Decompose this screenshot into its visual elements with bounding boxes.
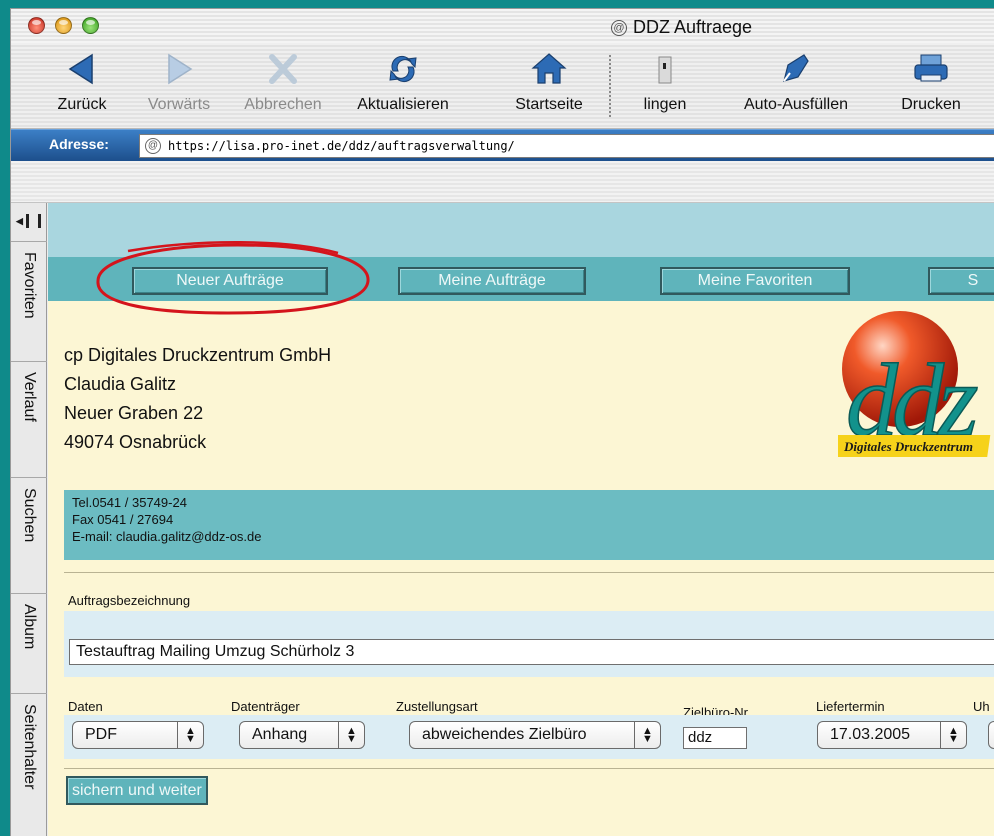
- stop-button-label: Abbrechen: [244, 96, 322, 113]
- logo-tagline: Digitales Druckzentrum: [843, 439, 973, 454]
- uhrzeit-select[interactable]: [988, 721, 994, 749]
- zielbuero-input[interactable]: ddz: [683, 727, 747, 749]
- web-page: Neuer Aufträge Meine Aufträge Meine Favo…: [48, 203, 994, 836]
- browser-window: @ DDZ Auftraege Zurück Vorwärts Abbrechen: [10, 8, 994, 836]
- browser-toolbar: Zurück Vorwärts Abbrechen Aktualisieren: [11, 43, 994, 129]
- refresh-icon: [389, 55, 417, 83]
- partial-icon: [658, 56, 672, 84]
- daten-select-value: PDF: [85, 726, 117, 743]
- sidebar-tab-verlauf[interactable]: Verlauf: [11, 361, 47, 477]
- title-bar: @ DDZ Auftraege: [11, 9, 994, 43]
- explorer-sidebar: Favoriten Verlauf Suchen Album Seitenhal…: [11, 203, 47, 836]
- header-band: [48, 203, 994, 257]
- home-button-label: Startseite: [515, 96, 583, 113]
- forward-arrow-icon: [168, 53, 193, 85]
- select-arrows-icon: ▲ ▼: [338, 722, 364, 748]
- autofill-button[interactable]: Auto-Ausfüllen: [727, 51, 865, 125]
- order-title-input[interactable]: Testauftrag Mailing Umzug Schürholz 3: [69, 639, 994, 665]
- sidebar-tab-album[interactable]: Album: [11, 593, 47, 693]
- uhrzeit-label: Uh: [973, 699, 990, 714]
- daten-label: Daten: [68, 699, 103, 714]
- stop-x-icon: [269, 54, 297, 84]
- autofill-icon: [783, 54, 809, 82]
- phone-text: Tel.0541 / 35749-24: [72, 495, 187, 510]
- my-orders-button[interactable]: Meine Aufträge: [398, 267, 586, 295]
- sidebar-tab-favoriten[interactable]: Favoriten: [11, 241, 47, 361]
- address-label: Adresse:: [49, 136, 109, 152]
- back-arrow-icon: [68, 53, 93, 85]
- datentraeger-label: Datenträger: [231, 699, 300, 714]
- window-title: @ DDZ Auftraege: [611, 17, 752, 38]
- daten-select[interactable]: PDF ▲ ▼: [72, 721, 204, 749]
- order-title-label: Auftragsbezeichnung: [68, 593, 191, 608]
- home-icon: [531, 53, 567, 84]
- fax-text: Fax 0541 / 27694: [72, 512, 174, 527]
- liefertermin-select-value: 17.03.2005: [830, 726, 911, 743]
- site-at-icon: @: [611, 20, 627, 36]
- toolbar-separator: [609, 55, 612, 117]
- sidebar-toggle-icon[interactable]: [14, 211, 41, 233]
- forward-button-label: Vorwärts: [147, 96, 211, 113]
- save-and-continue-button[interactable]: sichern und weiter: [66, 776, 208, 805]
- sidebar-tab-seitenhalter[interactable]: Seitenhalter: [11, 693, 47, 836]
- print-button[interactable]: Drucken: [887, 51, 975, 125]
- nav-button-partial[interactable]: S: [928, 267, 994, 295]
- lingen-button[interactable]: lingen: [637, 51, 693, 125]
- divider: [64, 768, 994, 769]
- url-text: https://lisa.pro-inet.de/ddz/auftragsver…: [168, 139, 515, 153]
- liefertermin-select[interactable]: 17.03.2005 ▲ ▼: [817, 721, 967, 749]
- sidebar-tab-suchen[interactable]: Suchen: [11, 477, 47, 593]
- refresh-button[interactable]: Aktualisieren: [343, 51, 463, 125]
- refresh-button-label: Aktualisieren: [357, 96, 449, 113]
- contact-info: Tel.0541 / 35749-24 Fax 0541 / 27694 E-m…: [64, 490, 994, 560]
- home-button[interactable]: Startseite: [501, 51, 597, 125]
- sidebar-tab-label: Verlauf: [21, 372, 38, 422]
- street: Neuer Graben 22: [64, 403, 204, 423]
- stop-button[interactable]: Abbrechen: [233, 51, 333, 125]
- zoom-window-button[interactable]: [82, 17, 99, 34]
- back-button[interactable]: Zurück: [47, 51, 117, 125]
- autofill-button-label: Auto-Ausfüllen: [743, 96, 849, 113]
- select-arrows-icon: ▲ ▼: [940, 722, 966, 748]
- sidebar-tab-label: Suchen: [21, 488, 38, 543]
- datentraeger-select-value: Anhang: [252, 726, 308, 743]
- liefertermin-label: Liefertermin: [816, 699, 885, 714]
- select-arrows-icon: ▲ ▼: [634, 722, 660, 748]
- select-arrows-icon: ▲ ▼: [177, 722, 203, 748]
- close-window-button[interactable]: [28, 17, 45, 34]
- print-button-label: Drucken: [901, 96, 961, 113]
- back-button-label: Zurück: [57, 96, 107, 113]
- city: 49074 Osnabrück: [64, 432, 207, 452]
- url-input[interactable]: @ https://lisa.pro-inet.de/ddz/auftragsv…: [139, 134, 994, 158]
- email-text: E-mail: claudia.galitz@ddz-os.de: [72, 529, 262, 544]
- company-name: cp Digitales Druckzentrum GmbH: [64, 345, 332, 365]
- ddz-logo: ddz Digitales Druckzentrum: [838, 311, 991, 459]
- company-address: cp Digitales Druckzentrum GmbH Claudia G…: [64, 341, 331, 457]
- lingen-button-label: lingen: [643, 96, 687, 113]
- page-nav: Neuer Aufträge Meine Aufträge Meine Favo…: [48, 257, 994, 301]
- forward-button[interactable]: Vorwärts: [133, 51, 225, 125]
- sidebar-tab-label: Favoriten: [21, 252, 38, 319]
- minimize-window-button[interactable]: [55, 17, 72, 34]
- address-bar: Adresse: @ https://lisa.pro-inet.de/ddz/…: [11, 129, 994, 161]
- new-order-button[interactable]: Neuer Aufträge: [132, 267, 328, 295]
- sidebar-tab-label: Seitenhalter: [21, 704, 38, 790]
- site-at-icon: @: [145, 138, 161, 154]
- zustellungsart-select[interactable]: abweichendes Zielbüro ▲ ▼: [409, 721, 661, 749]
- zustellungsart-select-value: abweichendes Zielbüro: [422, 726, 587, 743]
- contact-person: Claudia Galitz: [64, 374, 177, 394]
- zustellungsart-label: Zustellungsart: [396, 699, 478, 714]
- window-title-text: DDZ Auftraege: [633, 17, 753, 37]
- my-favorites-button[interactable]: Meine Favoriten: [660, 267, 850, 295]
- sidebar-tab-label: Album: [21, 604, 38, 650]
- favorites-strip: [11, 161, 994, 203]
- divider: [64, 572, 994, 573]
- datentraeger-select[interactable]: Anhang ▲ ▼: [239, 721, 365, 749]
- printer-icon: [914, 54, 948, 82]
